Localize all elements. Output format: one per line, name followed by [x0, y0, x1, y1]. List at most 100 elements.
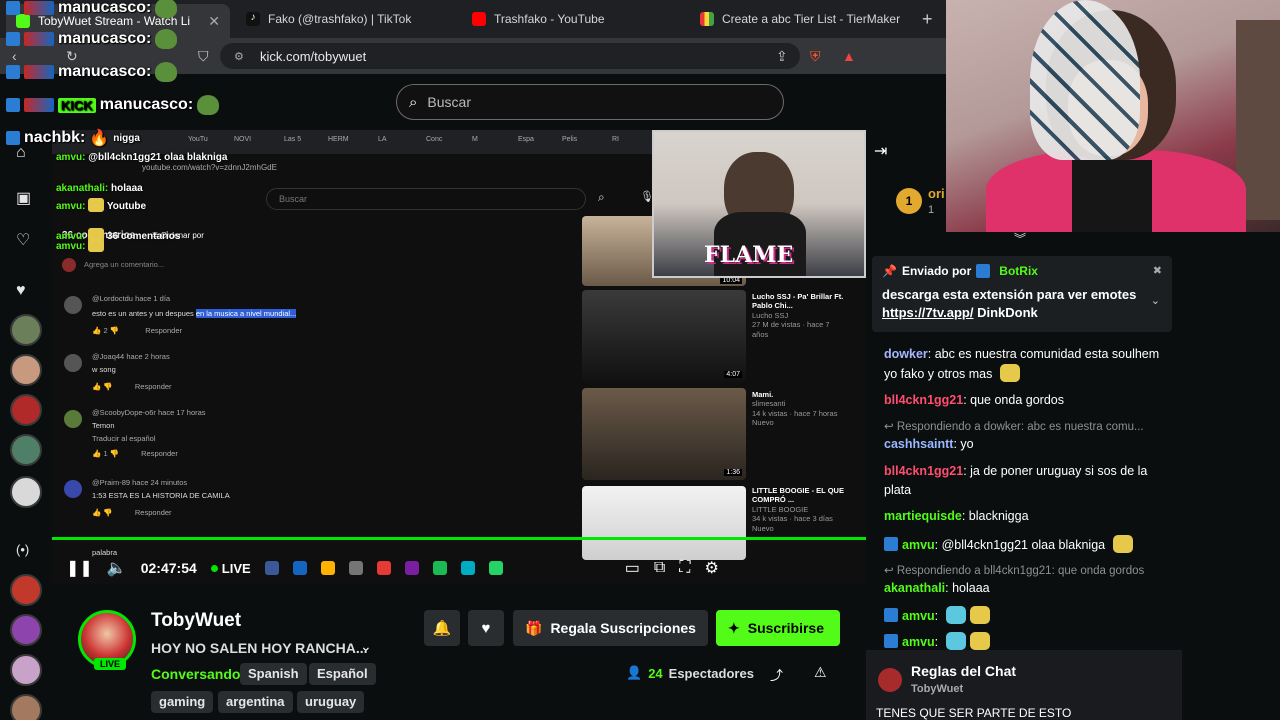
comment-text: esto es un antes y un despues — [92, 309, 196, 318]
tag-pill[interactable]: uruguay — [297, 691, 365, 713]
emote-icon — [969, 606, 990, 624]
collapse-chat-icon[interactable]: ⇥ — [874, 141, 887, 161]
video-title: Mami. — [752, 390, 774, 399]
reply-context: ↩ Respondiendo a dowker: abc es nuestra … — [884, 421, 1144, 433]
video-title: Lucho SSJ - Pa' Brillar Ft. Pablo Chi... — [752, 292, 844, 311]
comment-user: @Lordoctdu — [92, 294, 133, 303]
category-link[interactable]: Conversando — [151, 666, 240, 682]
overlay-chat-line: KICK manucasco: — [6, 95, 220, 115]
video-channel: Lucho SSJ — [752, 310, 789, 320]
brave-shield-icon[interactable]: ⛨ — [810, 48, 821, 65]
like-count: 1 — [103, 449, 108, 458]
stream-url: youtube.com/watch?v=zdnnJ2mhGdE — [142, 163, 277, 172]
emote-icon — [945, 606, 966, 624]
commenter-avatar — [64, 296, 82, 314]
overlay-chat-line: nachbk: 🔥 nigga — [6, 128, 140, 148]
favorites-heart-icon[interactable]: ♥ — [16, 282, 26, 300]
close-tab-icon[interactable]: ✕ — [208, 13, 220, 30]
tiermaker-favicon-icon — [700, 12, 714, 26]
taskbar-app-icon — [376, 561, 391, 575]
tag-pill[interactable]: gaming — [151, 691, 214, 713]
overlay-chat-small: amvu: Youtube — [56, 198, 146, 212]
bell-icon: 🔔 — [432, 620, 452, 637]
followed-channel-avatar[interactable] — [10, 314, 42, 346]
video-duration: 4:07 — [724, 371, 742, 378]
notifications-button[interactable]: 🔔 — [424, 610, 460, 646]
followed-channel-avatar[interactable] — [10, 394, 42, 426]
comment: @Joaq44 hace 2 horas w song 👍 👎 Responde… — [92, 352, 172, 391]
url-input[interactable]: ⚙ kick.com/tobywuet — [220, 43, 800, 69]
tag-pill[interactable]: Spanish — [240, 663, 307, 685]
theater-mode-icon[interactable]: ▭ — [625, 558, 640, 578]
pin-icon: 📌 — [882, 264, 897, 278]
new-badge: Nuevo — [752, 523, 774, 533]
stream-progress-bar — [52, 537, 866, 540]
related-thumbnail: 4:07 — [582, 290, 746, 382]
tag-pill[interactable]: Español — [309, 663, 376, 685]
channel-name[interactable]: TobyWuet — [151, 610, 241, 632]
live-channel-avatar[interactable] — [10, 694, 42, 720]
badge-icon — [6, 1, 20, 15]
subscribe-button[interactable]: ✦ Suscribirse — [716, 610, 840, 646]
clip-icon[interactable]: ⧉ — [654, 559, 665, 577]
brave-rewards-icon[interactable]: ▲ — [842, 48, 856, 64]
pause-icon[interactable]: ❚❚ — [66, 558, 93, 578]
streamer-facecam: FLAME — [652, 130, 866, 278]
site-search-input[interactable]: ⌕ Buscar — [396, 84, 784, 120]
chevron-down-icon[interactable]: ︾ — [1014, 230, 1026, 247]
frog-emote-icon — [155, 62, 178, 82]
live-channels-icon[interactable]: (•) — [16, 542, 29, 557]
stream-yt-search: Buscar — [266, 188, 586, 210]
share-icon[interactable]: ⤴ — [770, 665, 783, 684]
related-thumbnail — [582, 486, 746, 560]
tab-youtube[interactable]: Trashfako - YouTube — [462, 6, 684, 32]
chevron-down-icon[interactable]: ⌄ — [360, 638, 372, 655]
followed-channel-avatar[interactable] — [10, 476, 42, 508]
settings-gear-icon[interactable]: ⚙ — [704, 558, 718, 578]
site-info-icon[interactable]: ⚙ — [234, 50, 244, 63]
live-channel-avatar[interactable] — [10, 654, 42, 686]
frog-emote-icon — [197, 95, 220, 115]
following-icon[interactable]: ♡ — [16, 230, 30, 250]
search-placeholder: Buscar — [427, 94, 471, 110]
live-channel-avatar[interactable] — [10, 574, 42, 606]
taskbar-app-icon — [460, 561, 475, 575]
reply-label: Responder — [134, 508, 172, 517]
overlay-chat-small: akanathali: holaaa — [56, 183, 143, 194]
report-warning-icon[interactable]: ⚠ — [814, 664, 827, 681]
browse-icon[interactable]: ▣ — [16, 188, 31, 208]
fullscreen-icon[interactable]: ⛶ — [679, 559, 690, 577]
follow-button[interactable]: ♥ — [468, 610, 504, 646]
comment-highlight: en la musica a nivel mundial... — [195, 309, 297, 318]
badge-icon — [24, 98, 54, 112]
webcam-overlay — [946, 0, 1280, 232]
comment: @Praim-89 hace 24 minutos 1:53 ESTA ES L… — [92, 478, 230, 517]
live-text: LIVE — [221, 560, 251, 576]
live-channel-avatar[interactable] — [10, 614, 42, 646]
reply-label: Responder — [145, 326, 182, 335]
gift-subs-button[interactable]: 🎁 Regala Suscripciones — [513, 610, 708, 646]
followed-channel-avatar[interactable] — [10, 354, 42, 386]
new-tab-button[interactable]: + — [922, 9, 933, 30]
followed-channel-avatar[interactable] — [10, 434, 42, 466]
volume-icon[interactable]: 🔈 — [107, 558, 127, 578]
share-page-icon[interactable]: ⇪ — [776, 48, 788, 65]
bookmark-icon[interactable]: ⛉ — [198, 48, 209, 65]
comment-text: 1:53 ESTA ES LA HISTORIA DE CAMILA — [92, 491, 230, 500]
url-text: kick.com/tobywuet — [260, 48, 367, 64]
comment: @ScoobyDope-o6r hace 17 horas Temon Trad… — [92, 408, 206, 458]
new-badge: Nuevo — [752, 418, 774, 428]
unpin-icon[interactable]: ✖ — [1153, 264, 1162, 277]
tab-tiktok[interactable]: ♪ Fako (@trashfako) | TikTok — [236, 6, 458, 32]
comment-user: @Joaq44 — [92, 352, 125, 361]
pinned-link[interactable]: https://7tv.app/ — [882, 305, 973, 320]
leaderboard-rank: 1 — [896, 188, 922, 214]
badge-icon — [6, 131, 20, 145]
own-avatar — [62, 258, 76, 272]
overlay-chat-small: amvu: — [56, 238, 105, 252]
tab-label: Fako (@trashfako) | TikTok — [268, 12, 412, 26]
tag-pill[interactable]: argentina — [218, 691, 293, 713]
taskbar-app-icon — [264, 561, 279, 575]
tab-tiermaker[interactable]: Create a abc Tier List - TierMaker — [690, 6, 918, 32]
chevron-down-icon[interactable]: ⌄ — [1151, 294, 1160, 307]
